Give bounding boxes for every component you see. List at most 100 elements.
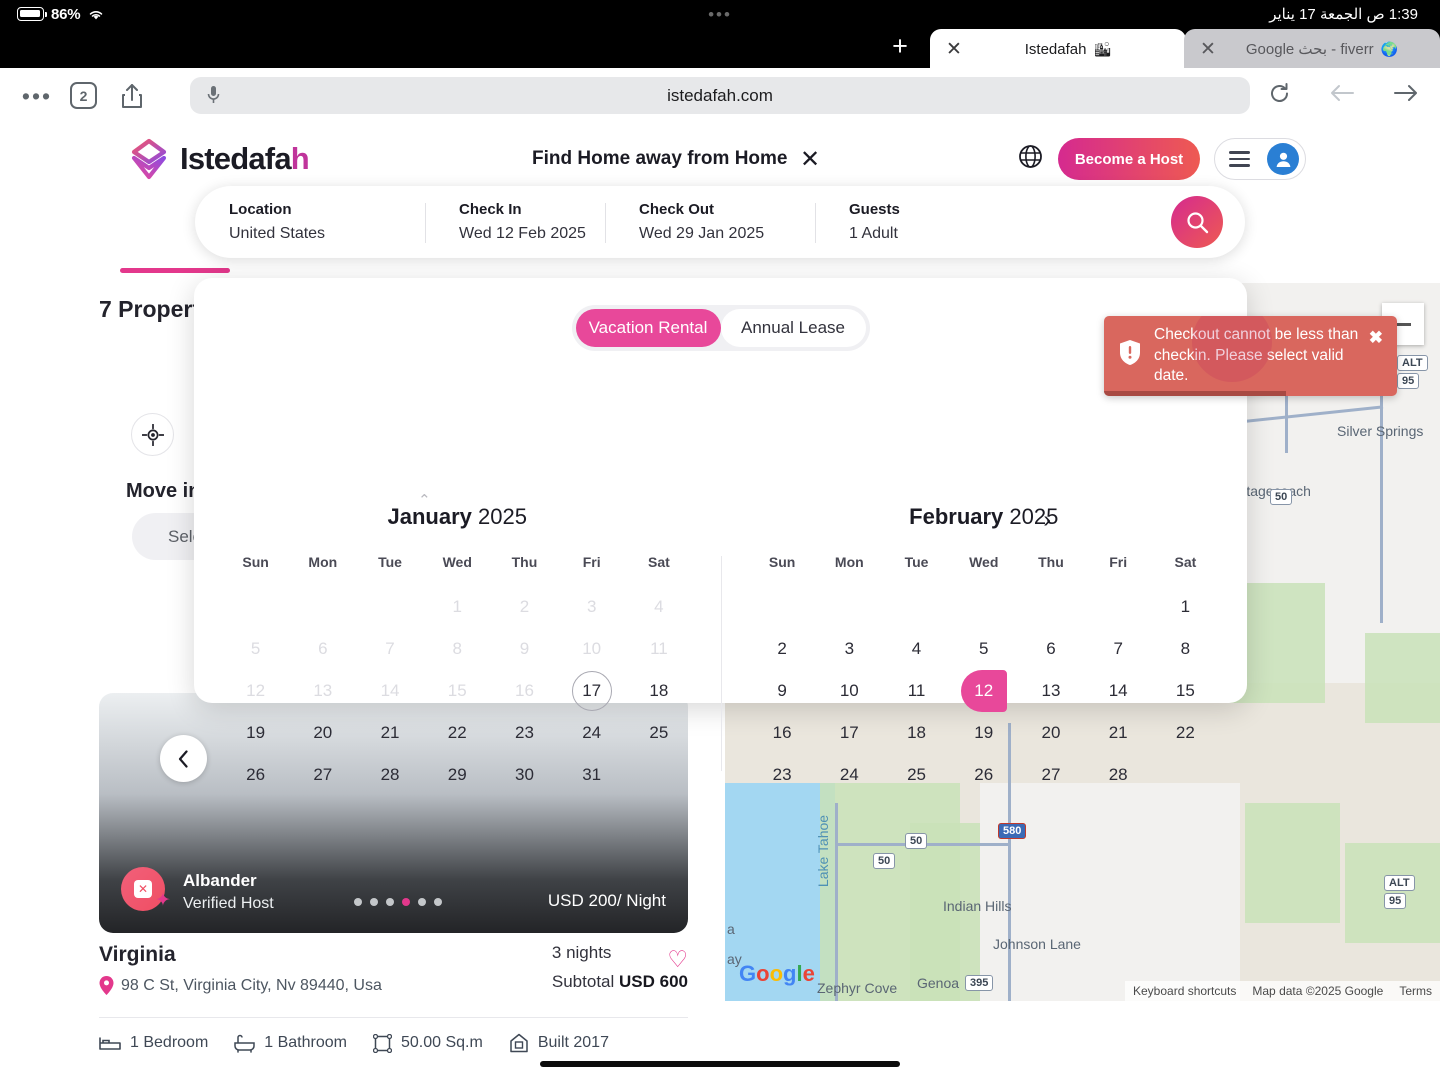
calendar-day-26[interactable]: 26 — [950, 754, 1017, 796]
calendar-day-12[interactable]: 12 — [950, 670, 1017, 712]
calendar-day-17[interactable]: 17 — [558, 670, 625, 712]
user-avatar-icon[interactable] — [1267, 143, 1299, 175]
close-icon[interactable]: ✖ — [1369, 328, 1383, 348]
google-logo: Google — [739, 961, 815, 987]
calendar-day-7[interactable]: 7 — [1085, 628, 1152, 670]
calendar-grid: SunMonTueWedThuFriSat1234567891011121314… — [194, 554, 721, 796]
calendar-day-25[interactable]: 25 — [883, 754, 950, 796]
hamburger-menu-icon[interactable] — [1229, 147, 1250, 170]
calendar-day-19[interactable]: 19 — [222, 712, 289, 754]
calendar-blank-cell — [749, 586, 816, 628]
feature-bathroom: 1 Bathroom — [234, 1034, 347, 1053]
browser-tab-istedafah[interactable]: ✕ Istedafah 🏙 — [930, 29, 1186, 69]
carousel-dot[interactable] — [370, 898, 378, 906]
locate-target-icon[interactable] — [131, 413, 174, 456]
calendar-day-10[interactable]: 10 — [816, 670, 883, 712]
calendar-day-22[interactable]: 22 — [1152, 712, 1219, 754]
url-bar[interactable]: istedafah.com — [190, 77, 1250, 114]
map-highway-shield: 580 — [998, 823, 1026, 839]
calendar-day-27[interactable]: 27 — [289, 754, 356, 796]
calendar-day-30[interactable]: 30 — [491, 754, 558, 796]
calendar-day-11[interactable]: 11 — [883, 670, 950, 712]
calendar-day-21[interactable]: 21 — [356, 712, 423, 754]
forward-arrow-icon[interactable] — [1392, 82, 1420, 109]
calendar-day-18[interactable]: 18 — [883, 712, 950, 754]
carousel-dot[interactable] — [386, 898, 394, 906]
search-submit-button[interactable] — [1171, 196, 1223, 248]
heart-outline-icon[interactable]: ♡ — [667, 946, 688, 973]
segment-annual-lease[interactable]: Annual Lease — [721, 309, 866, 347]
segment-vacation-rental[interactable]: Vacation Rental — [576, 309, 721, 347]
calendar-day-20[interactable]: 20 — [1017, 712, 1084, 754]
map-place-label: Lake Tahoe — [815, 815, 831, 887]
map-highway-shield: ALT — [1384, 875, 1415, 891]
calendar-day-19[interactable]: 19 — [950, 712, 1017, 754]
new-tab-button[interactable]: + — [884, 31, 916, 63]
day-of-week-header: Fri — [1085, 554, 1152, 586]
carousel-dot[interactable] — [434, 898, 442, 906]
terms-link[interactable]: Terms — [1399, 984, 1432, 998]
tab-count-button[interactable]: 2 — [70, 82, 97, 109]
calendar-day-20[interactable]: 20 — [289, 712, 356, 754]
calendar-day-21[interactable]: 21 — [1085, 712, 1152, 754]
calendar-day-25[interactable]: 25 — [625, 712, 692, 754]
close-icon[interactable]: ✕ — [1200, 40, 1220, 59]
calendar-day-16[interactable]: 16 — [749, 712, 816, 754]
back-arrow-icon[interactable] — [1328, 82, 1356, 109]
active-tab-indicator — [120, 268, 230, 273]
calendar-day-26[interactable]: 26 — [222, 754, 289, 796]
search-field-guests[interactable]: Guests 1 Adult — [815, 201, 995, 243]
calendar-day-28[interactable]: 28 — [356, 754, 423, 796]
calendar-day-29[interactable]: 29 — [424, 754, 491, 796]
move-in-label: Move in — [126, 480, 200, 503]
calendar-day-18[interactable]: 18 — [625, 670, 692, 712]
feature-built-year: Built 2017 — [509, 1033, 609, 1053]
calendar-day-23[interactable]: 23 — [491, 712, 558, 754]
calendar-day-27[interactable]: 27 — [1017, 754, 1084, 796]
calendar-day-31[interactable]: 31 — [558, 754, 625, 796]
calendar-day-14[interactable]: 14 — [1085, 670, 1152, 712]
calendar-day-23[interactable]: 23 — [749, 754, 816, 796]
image-carousel-dots[interactable] — [354, 898, 442, 906]
calendar-day-9[interactable]: 9 — [749, 670, 816, 712]
calendar-day-15[interactable]: 15 — [1152, 670, 1219, 712]
day-of-week-header: Thu — [491, 554, 558, 586]
globe-icon[interactable] — [1018, 144, 1043, 174]
calendar-day-17[interactable]: 17 — [816, 712, 883, 754]
calendar-day-5[interactable]: 5 — [950, 628, 1017, 670]
browser-tab-google[interactable]: ✕ Google بحث - fiverr 🌍 — [1184, 29, 1440, 69]
calendar-day-24[interactable]: 24 — [558, 712, 625, 754]
calendar-day-6[interactable]: 6 — [1017, 628, 1084, 670]
home-indicator — [540, 1061, 900, 1067]
calendar-day-1: 1 — [424, 586, 491, 628]
microphone-icon[interactable] — [206, 85, 221, 111]
carousel-dot[interactable] — [402, 898, 410, 906]
calendar-day-2[interactable]: 2 — [749, 628, 816, 670]
calendar-day-4[interactable]: 4 — [883, 628, 950, 670]
carousel-dot[interactable] — [354, 898, 362, 906]
toast-progress-bar — [1104, 391, 1286, 396]
search-field-checkin[interactable]: Check In Wed 12 Feb 2025 — [425, 201, 605, 243]
carousel-dot[interactable] — [418, 898, 426, 906]
close-icon[interactable]: ✕ — [800, 145, 820, 174]
map-data-text: Map data ©2025 Google — [1252, 984, 1383, 998]
site-logo[interactable]: Istedafah — [128, 138, 309, 180]
calendar-day-22[interactable]: 22 — [424, 712, 491, 754]
calendar-day-24[interactable]: 24 — [816, 754, 883, 796]
close-icon[interactable]: ✕ — [946, 40, 966, 59]
search-field-location[interactable]: Location United States — [195, 201, 425, 243]
calendar-day-1[interactable]: 1 — [1152, 586, 1219, 628]
calendar-day-28[interactable]: 28 — [1085, 754, 1152, 796]
search-field-checkout[interactable]: Check Out Wed 29 Jan 2025 — [605, 201, 805, 243]
share-icon[interactable] — [119, 82, 145, 110]
calendar-day-8[interactable]: 8 — [1152, 628, 1219, 670]
account-menu-button[interactable] — [1214, 138, 1306, 180]
more-options-button[interactable]: ••• — [20, 92, 54, 100]
subtotal-value: USD 600 — [619, 972, 688, 991]
calendar-day-13[interactable]: 13 — [1017, 670, 1084, 712]
reload-icon[interactable] — [1267, 81, 1292, 111]
calendar-day-3[interactable]: 3 — [816, 628, 883, 670]
keyboard-shortcuts-link[interactable]: Keyboard shortcuts — [1133, 984, 1236, 998]
search-bar: Location United States Check In Wed 12 F… — [195, 186, 1245, 258]
become-a-host-button[interactable]: Become a Host — [1058, 138, 1200, 180]
